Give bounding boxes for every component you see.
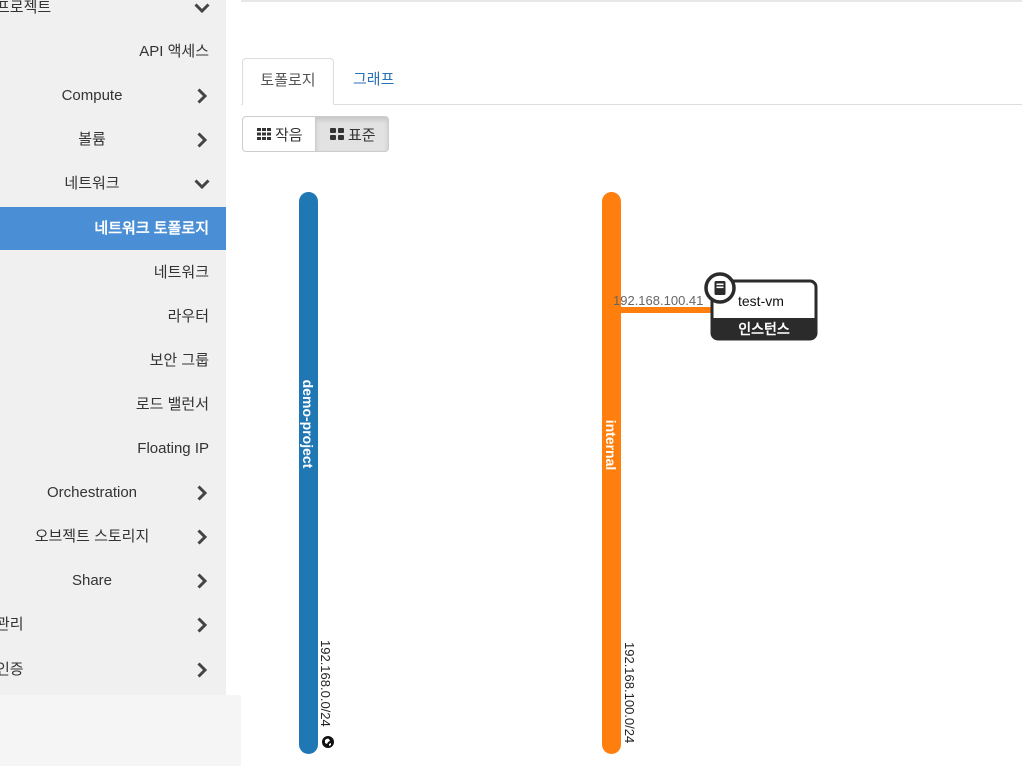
small-view-label: 작음 bbox=[275, 126, 303, 144]
network-name: demo-project bbox=[300, 380, 316, 469]
sidebar-item[interactable]: 프로젝트 bbox=[0, 0, 226, 30]
network-topology-canvas: demo-project 192.168.0.0/24 internal 192… bbox=[241, 152, 1022, 766]
sidebar-item[interactable]: Compute bbox=[0, 74, 226, 118]
sidebar-item-label: 라우터 bbox=[167, 308, 209, 325]
sidebar-item-label: 인증 bbox=[0, 661, 24, 678]
sidebar-item[interactable]: 관리 bbox=[0, 603, 226, 647]
chevron-right-icon bbox=[193, 661, 211, 679]
sidebar-item[interactable]: Share bbox=[0, 559, 226, 603]
tab-graph[interactable]: 그래프 bbox=[353, 58, 394, 104]
chevron-down-icon bbox=[193, 175, 211, 193]
instance-type-label: 인스턴스 bbox=[738, 321, 790, 337]
instance-node[interactable]: test-vm 인스턴스 bbox=[704, 272, 818, 341]
small-view-button[interactable]: 작음 bbox=[242, 116, 316, 152]
sidebar-item[interactable]: Orchestration bbox=[0, 471, 226, 515]
sidebar-item[interactable]: 로드 밸런서 bbox=[0, 383, 226, 427]
chevron-right-icon bbox=[193, 572, 211, 590]
chevron-right-icon bbox=[193, 616, 211, 634]
sidebar-item[interactable]: 오브젝트 스토리지 bbox=[0, 515, 226, 559]
sidebar-item-label: 네트워크 토폴로지 bbox=[94, 220, 209, 237]
sidebar-menu: 프로젝트 API 액세스 Compute 볼륨 네트워크 네트워크 토폴로지 네트워크 라우터… bbox=[0, 0, 226, 695]
grid-large-icon bbox=[330, 128, 344, 140]
sidebar-item-label: 오브젝트 스토리지 bbox=[34, 528, 150, 545]
sidebar-item[interactable]: 라우터 bbox=[0, 295, 226, 339]
sidebar-item-label: 볼륨 bbox=[78, 131, 106, 148]
sidebar-item[interactable]: Floating IP bbox=[0, 427, 226, 471]
network-cidr: 192.168.0.0/24 bbox=[318, 640, 333, 727]
network-cidr: 192.168.100.0/24 bbox=[622, 642, 637, 743]
sidebar-item-label: 네트워크 bbox=[64, 175, 120, 192]
network-bar[interactable] bbox=[299, 192, 318, 754]
sidebar-item-label: Floating IP bbox=[137, 440, 209, 457]
sidebar-item[interactable]: 네트워크 bbox=[0, 162, 226, 206]
sidebar-item-label: Compute bbox=[61, 87, 123, 104]
sidebar-item[interactable]: API 액세스 bbox=[0, 30, 226, 74]
sidebar-item[interactable]: 네트워크 bbox=[0, 251, 226, 295]
sidebar: 프로젝트 API 액세스 Compute 볼륨 네트워크 네트워크 토폴로지 네트워크 라우터… bbox=[0, 0, 241, 766]
grid-small-icon bbox=[257, 128, 271, 140]
normal-view-label: 표준 bbox=[348, 126, 376, 144]
topology-tabs: 토폴로지 그래프 bbox=[241, 58, 1022, 105]
sidebar-item-label: 관리 bbox=[0, 616, 24, 633]
normal-view-button[interactable]: 표준 bbox=[316, 116, 389, 152]
chevron-right-icon bbox=[193, 528, 211, 546]
network-internal[interactable]: internal 192.168.100.0/24 bbox=[602, 192, 637, 754]
chevron-down-icon bbox=[193, 0, 211, 17]
sidebar-item[interactable]: 네트워크 토폴로지 bbox=[0, 207, 226, 250]
instance-name: test-vm bbox=[738, 293, 784, 309]
network-bar[interactable] bbox=[602, 192, 621, 754]
chevron-right-icon bbox=[193, 131, 211, 149]
view-size-toggle: 작음 표준 bbox=[242, 116, 389, 152]
sidebar-item[interactable]: 볼륨 bbox=[0, 118, 226, 162]
sidebar-item-label: 로드 밸런서 bbox=[135, 396, 209, 413]
network-name: internal bbox=[603, 420, 619, 471]
server-icon bbox=[704, 272, 736, 304]
tab-topology[interactable]: 토폴로지 bbox=[242, 58, 334, 105]
sidebar-item[interactable]: 보안 그룹 bbox=[0, 339, 226, 383]
sidebar-item-label: 네트워크 bbox=[153, 264, 209, 281]
sidebar-item-label: Share bbox=[71, 572, 113, 589]
chevron-right-icon bbox=[193, 87, 211, 105]
sidebar-item-label: Orchestration bbox=[46, 484, 138, 501]
globe-icon bbox=[322, 736, 334, 748]
sidebar-footer bbox=[0, 695, 241, 766]
header-divider bbox=[241, 0, 1022, 2]
sidebar-item-label: 프로젝트 bbox=[0, 0, 52, 16]
sidebar-item-label: API 액세스 bbox=[139, 43, 209, 60]
sidebar-item-label: 보안 그룹 bbox=[149, 352, 209, 369]
port-ip-address: 192.168.100.41 bbox=[613, 293, 703, 308]
chevron-right-icon bbox=[193, 484, 211, 502]
sidebar-item[interactable]: 인증 bbox=[0, 648, 226, 692]
network-demo-project[interactable]: demo-project 192.168.0.0/24 bbox=[299, 192, 334, 754]
